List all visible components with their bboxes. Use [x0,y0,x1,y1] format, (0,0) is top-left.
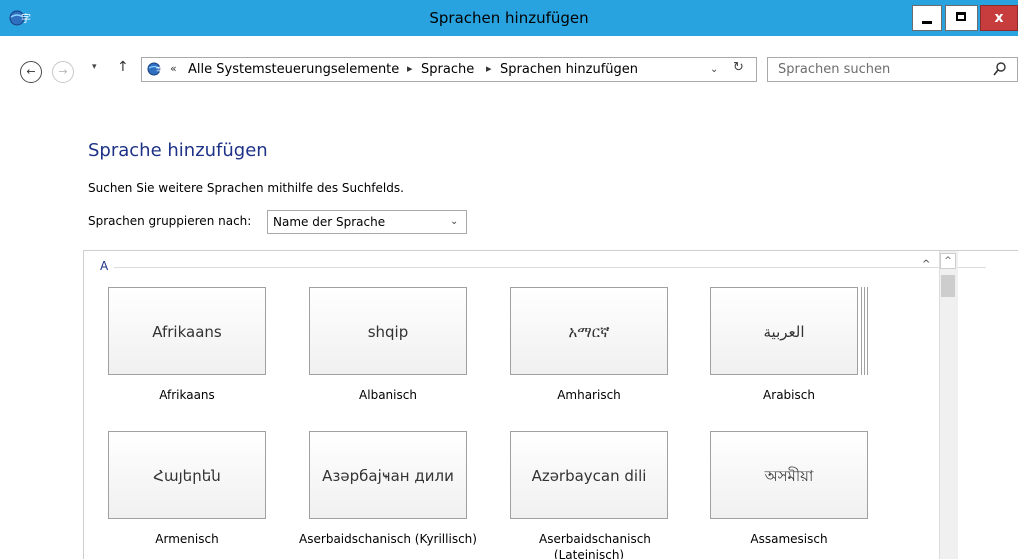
group-header-letter: A [100,259,109,273]
minimize-icon [922,21,932,24]
language-globe-icon: 字 [147,62,164,76]
group-divider [114,267,986,268]
refresh-icon[interactable]: ↻ [733,60,744,75]
language-list[interactable]: A ^ ^ Afrikaans Afrikaans shqip Albanisc… [83,250,1018,559]
search-input[interactable]: Sprachen suchen [767,57,1018,82]
group-by-value: Name der Sprache [273,215,386,229]
language-caption: Albanisch [359,388,417,402]
language-tile-azerbaijani-latin[interactable]: Azərbaycan dili [510,431,668,519]
back-arrow-icon: ← [26,65,36,78]
language-tile-amharic[interactable]: አማርኛ [510,287,668,375]
language-native-name: shqip [367,323,409,341]
back-button[interactable]: ← [20,61,42,83]
recent-locations-dropdown[interactable]: ▾ [92,62,97,72]
language-tile-azerbaijani-cyrillic[interactable]: Азәрбајҹан дили [309,431,467,519]
breadcrumb-add-languages[interactable]: Sprachen hinzufügen [500,62,638,77]
breadcrumb-overflow-icon[interactable]: « [170,62,177,75]
language-caption: Amharisch [557,388,621,402]
language-caption: Arabisch [763,388,815,402]
breadcrumb-chevron-icon[interactable]: ▸ [486,62,492,75]
breadcrumb-chevron-icon[interactable]: ▸ [407,62,413,75]
language-native-name: አማርኛ [568,323,610,341]
language-native-name: Afrikaans [152,323,222,341]
close-button[interactable]: x [980,5,1018,31]
language-native-name: Azərbaycan dili [531,467,647,485]
breadcrumb-language[interactable]: Sprache [421,62,474,77]
minimize-button[interactable] [912,5,942,31]
language-caption: Aserbaidschanisch (Kyrillisch) [299,532,477,546]
up-button[interactable]: ↑ [117,59,129,75]
scroll-up-arrow-icon[interactable]: ^ [940,253,956,269]
maximize-button[interactable] [945,5,978,31]
close-icon: x [994,10,1004,26]
language-tile-albanian[interactable]: shqip [309,287,467,375]
maximize-icon [956,12,966,21]
forward-button[interactable]: → [52,61,74,83]
group-by-label: Sprachen gruppieren nach: [88,214,252,228]
svg-text:字: 字 [156,65,164,75]
language-tile-arabic[interactable]: العربية [710,287,858,375]
tile-stack-edge [864,287,865,375]
window-title: Sprachen hinzufügen [429,9,589,27]
language-native-name: অসমীয়া [764,467,814,485]
tile-stack-edge [867,287,868,375]
language-native-name: Հայերեն [153,467,221,485]
search-placeholder: Sprachen suchen [778,62,891,77]
title-bar[interactable]: 字 Sprachen hinzufügen x [0,0,1018,36]
language-caption: Assamesisch [750,532,828,546]
language-tile-afrikaans[interactable]: Afrikaans [108,287,266,375]
language-tile-assamese[interactable]: অসমীয়া [710,431,868,519]
language-native-name: العربية [763,323,805,341]
tile-stack-edge [861,287,862,375]
language-caption: Afrikaans [159,388,215,402]
address-dropdown-icon[interactable]: ⌄ [710,64,718,75]
help-text: Suchen Sie weitere Sprachen mithilfe des… [88,181,404,195]
collapse-group-icon[interactable]: ^ [922,259,930,270]
address-bar[interactable]: 字 « Alle Systemsteuerungselemente ▸ Spra… [141,57,757,82]
chevron-down-icon: ⌄ [450,216,459,227]
forward-arrow-icon: → [58,65,68,78]
vertical-scrollbar[interactable] [939,251,958,559]
search-icon[interactable] [993,61,1007,77]
language-caption: Aserbaidschanisch (Lateinisch) [539,532,651,559]
language-caption: Armenisch [155,532,219,546]
language-tile-armenian[interactable]: Հայերեն [108,431,266,519]
group-by-select[interactable]: Name der Sprache ⌄ [267,210,467,234]
scrollbar-thumb[interactable] [941,275,955,297]
page-title: Sprache hinzufügen [88,140,268,161]
breadcrumb-all-control-panel-items[interactable]: Alle Systemsteuerungselemente [188,62,399,77]
language-native-name: Азәрбајҹан дили [322,467,454,485]
